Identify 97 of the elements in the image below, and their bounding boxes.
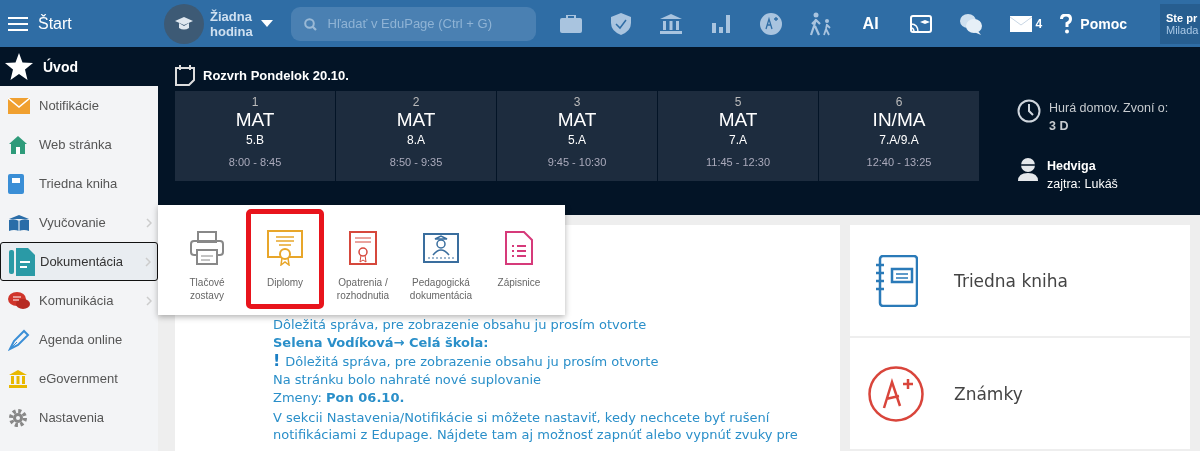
submenu-item[interactable]: Pedagogická dokumentácia <box>402 209 480 309</box>
gear-icon <box>8 407 28 428</box>
lesson-period: 1 <box>251 95 259 109</box>
chat-icon <box>8 290 30 311</box>
sidebar-item[interactable]: Agenda online <box>0 320 158 359</box>
envelope-icon <box>8 97 30 114</box>
lesson-period: 2 <box>412 95 420 109</box>
submenu-item[interactable]: Zápisnice <box>480 209 558 309</box>
lesson-card[interactable]: 5 MAT 7.A 11:45 - 12:30 <box>658 91 818 181</box>
sidebar-item[interactable]: eGovernment <box>0 359 158 398</box>
lesson-subject: MAT <box>718 109 758 131</box>
lesson-time: 8:50 - 9:35 <box>389 156 443 168</box>
caret-icon <box>260 20 273 27</box>
chat-bubbles-icon[interactable] <box>959 12 982 35</box>
lesson-period: 5 <box>734 95 742 109</box>
bell-text: Hurá domov. Zvoní o: <box>1049 100 1169 117</box>
document-icon <box>9 247 35 276</box>
lesson-class: 5.A <box>568 133 586 147</box>
message-text[interactable]: Na stránku bolo nahraté nové suplovanie <box>273 371 810 389</box>
lesson-picker[interactable]: Žiadna hodina <box>210 8 273 39</box>
lesson-class: 5.B <box>246 133 264 147</box>
envelope-icon[interactable] <box>1009 15 1032 32</box>
lesson-class: 7.A/9.A <box>879 133 919 147</box>
question-icon <box>1060 13 1073 34</box>
person-icon <box>1017 157 1039 181</box>
list-document-icon <box>505 231 533 265</box>
bar-chart-icon[interactable] <box>711 14 730 33</box>
user-label: Ste pr <box>1166 11 1199 24</box>
lesson-card[interactable]: 1 MAT 5.B 8:00 - 8:45 <box>175 91 335 181</box>
lesson-period: 3 <box>573 95 581 109</box>
shortcut-tile[interactable]: Triedna kniha <box>850 225 1190 338</box>
lesson-card[interactable]: 3 MAT 5.A 9:45 - 10:30 <box>497 91 657 181</box>
notebook-icon <box>874 254 918 307</box>
pen-icon <box>8 328 30 351</box>
ai-button[interactable]: AI <box>845 14 896 33</box>
lesson-subject: MAT <box>235 109 275 131</box>
notebook-icon <box>8 173 24 194</box>
grade-icon <box>868 365 924 422</box>
timetable-title: Rozvrh Pondelok 20.10. <box>203 67 349 83</box>
clock-icon <box>1017 99 1041 123</box>
sidebar-item[interactable]: Notifikácie <box>0 86 158 125</box>
house-icon <box>8 134 28 155</box>
submenu-item[interactable]: Opatrenia / rozhodnutia <box>324 209 402 309</box>
lesson-subject: MAT <box>557 109 597 131</box>
shortcut-tile[interactable]: Známky <box>850 338 1190 451</box>
user-name: Milada <box>1166 23 1200 36</box>
message-text[interactable]: Zmeny: Pon 06.10. <box>273 389 810 407</box>
grade-icon[interactable] <box>759 12 782 35</box>
printer-icon <box>190 231 224 265</box>
lesson-card[interactable]: 2 MAT 8.A 8:50 - 9:35 <box>336 91 496 181</box>
message-text[interactable]: V sekcii Nastavenia/Notifikácie si môžete nastaviť, kedy nechcete byť rušení notifikáciami z Edupage. Nájdete tam aj možnosť zapnúť alebo vypnúť zvuky pre <box>273 409 810 443</box>
star-icon <box>5 53 33 80</box>
lesson-class: 8.A <box>407 133 425 147</box>
submenu-item[interactable]: Diplomy <box>246 209 324 309</box>
submenu-item[interactable]: Tlačové zostavy <box>168 209 246 309</box>
shield-icon[interactable] <box>610 12 631 35</box>
sidebar-header[interactable]: Úvod <box>43 58 78 75</box>
help-button[interactable]: Pomoc <box>1060 13 1127 34</box>
lesson-class: 7.A <box>729 133 747 147</box>
duty-next: zajtra: Lukáš <box>1047 176 1118 193</box>
search-icon <box>303 17 317 31</box>
message-text[interactable]: Dôležitá správa, pre zobrazenie obsahu ju prosím otvorte <box>285 354 659 369</box>
start-label[interactable]: Štart <box>38 14 72 33</box>
lesson-time: 8:00 - 8:45 <box>228 156 282 168</box>
decision-document-icon <box>349 231 377 265</box>
sidebar-item[interactable]: Dokumentácia <box>0 242 158 281</box>
graduation-cap-icon[interactable] <box>164 3 204 44</box>
exclamation-icon: ! <box>273 351 281 370</box>
bank-icon <box>8 368 28 389</box>
message-text[interactable]: Dôležitá správa, pre zobrazenie obsahu ju prosím otvorte <box>273 316 810 334</box>
calendar-icon <box>175 64 195 86</box>
lesson-subject: MAT <box>396 109 436 131</box>
lesson-period: 6 <box>895 95 903 109</box>
bank-icon[interactable] <box>659 13 682 34</box>
certificate-icon <box>267 230 303 266</box>
duty-name: Hedviga <box>1047 158 1097 175</box>
menu-icon[interactable] <box>8 15 28 32</box>
sidebar-item[interactable]: Vyučovanie <box>0 203 158 242</box>
sidebar-item[interactable]: Triedna kniha <box>0 164 158 203</box>
user-panel[interactable]: Ste pr Milada <box>1160 3 1200 44</box>
teacher-board-icon <box>423 233 459 263</box>
cast-icon[interactable] <box>909 14 932 33</box>
lesson-time: 9:45 - 10:30 <box>547 156 607 168</box>
lesson-time: 11:45 - 12:30 <box>706 156 770 168</box>
sidebar-item[interactable]: Komunikácia <box>0 281 158 320</box>
lesson-subject: IN/MA <box>872 109 926 131</box>
mail-count: 4 <box>1035 16 1043 31</box>
search-field[interactable]: Hľadať v EduPage (Ctrl + G) <box>290 6 536 41</box>
briefcase-icon[interactable] <box>559 14 582 33</box>
book-icon <box>8 213 30 232</box>
lesson-card[interactable]: 6 IN/MA 7.A/9.A 12:40 - 13:25 <box>819 91 979 181</box>
sidebar-item[interactable]: Nastavenia <box>0 398 158 437</box>
bell-value: 3 D <box>1049 118 1070 135</box>
sidebar-item[interactable]: Web stránka <box>0 125 158 164</box>
lesson-time: 12:40 - 13:25 <box>866 156 932 168</box>
walking-people-icon[interactable] <box>808 11 833 36</box>
message-sender[interactable]: Selena Vodíková→ Celá škola: <box>273 334 810 352</box>
